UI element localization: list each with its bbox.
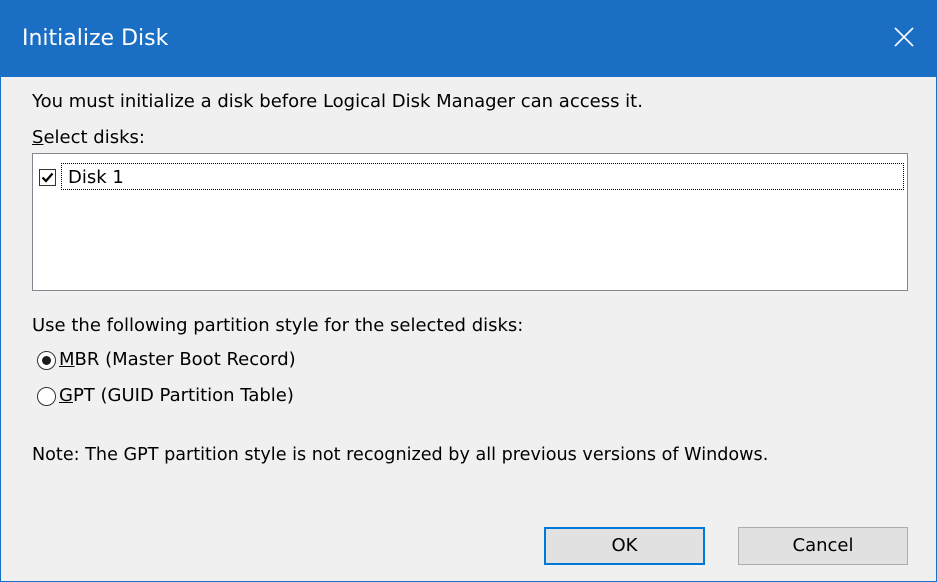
disk-listbox[interactable]	[32, 153, 908, 291]
disk-1-checkbox[interactable]	[39, 169, 56, 186]
gpt-option-label[interactable]: GPT (GUID Partition Table)	[59, 384, 294, 408]
list-item-disk-1[interactable]	[61, 163, 904, 190]
title-bar[interactable]: Initialize Disk	[1, 0, 936, 77]
close-button[interactable]	[872, 0, 936, 77]
cancel-button[interactable]: Cancel	[738, 527, 908, 565]
gpt-label-text: PT (GUID Partition Table)	[72, 385, 294, 406]
mbr-label-text: BR (Master Boot Record)	[74, 349, 296, 370]
radio-selected-dot	[42, 356, 51, 365]
mbr-radio[interactable]	[37, 351, 56, 370]
dialog-title: Initialize Disk	[22, 26, 169, 51]
mbr-mnemonic: M	[59, 349, 75, 370]
select-disks-label: Select disks:	[32, 126, 145, 150]
partition-style-prompt: Use the following partition style for th…	[32, 315, 524, 336]
gpt-mnemonic: G	[59, 385, 73, 406]
gpt-radio[interactable]	[37, 387, 56, 406]
intro-text: You must initialize a disk before Logica…	[32, 91, 643, 112]
ok-button[interactable]: OK	[544, 527, 705, 565]
gpt-compatibility-note: Note: The GPT partition style is not rec…	[32, 445, 769, 465]
checkmark-icon	[41, 172, 54, 183]
mbr-option-label[interactable]: MBR (Master Boot Record)	[59, 348, 296, 372]
close-icon	[894, 27, 914, 47]
disk-1-label: Disk 1	[68, 167, 124, 188]
select-disks-label-text: elect disks:	[43, 127, 145, 148]
select-disks-mnemonic: S	[32, 127, 44, 148]
initialize-disk-dialog: Initialize Disk You must initialize a di…	[0, 0, 937, 582]
